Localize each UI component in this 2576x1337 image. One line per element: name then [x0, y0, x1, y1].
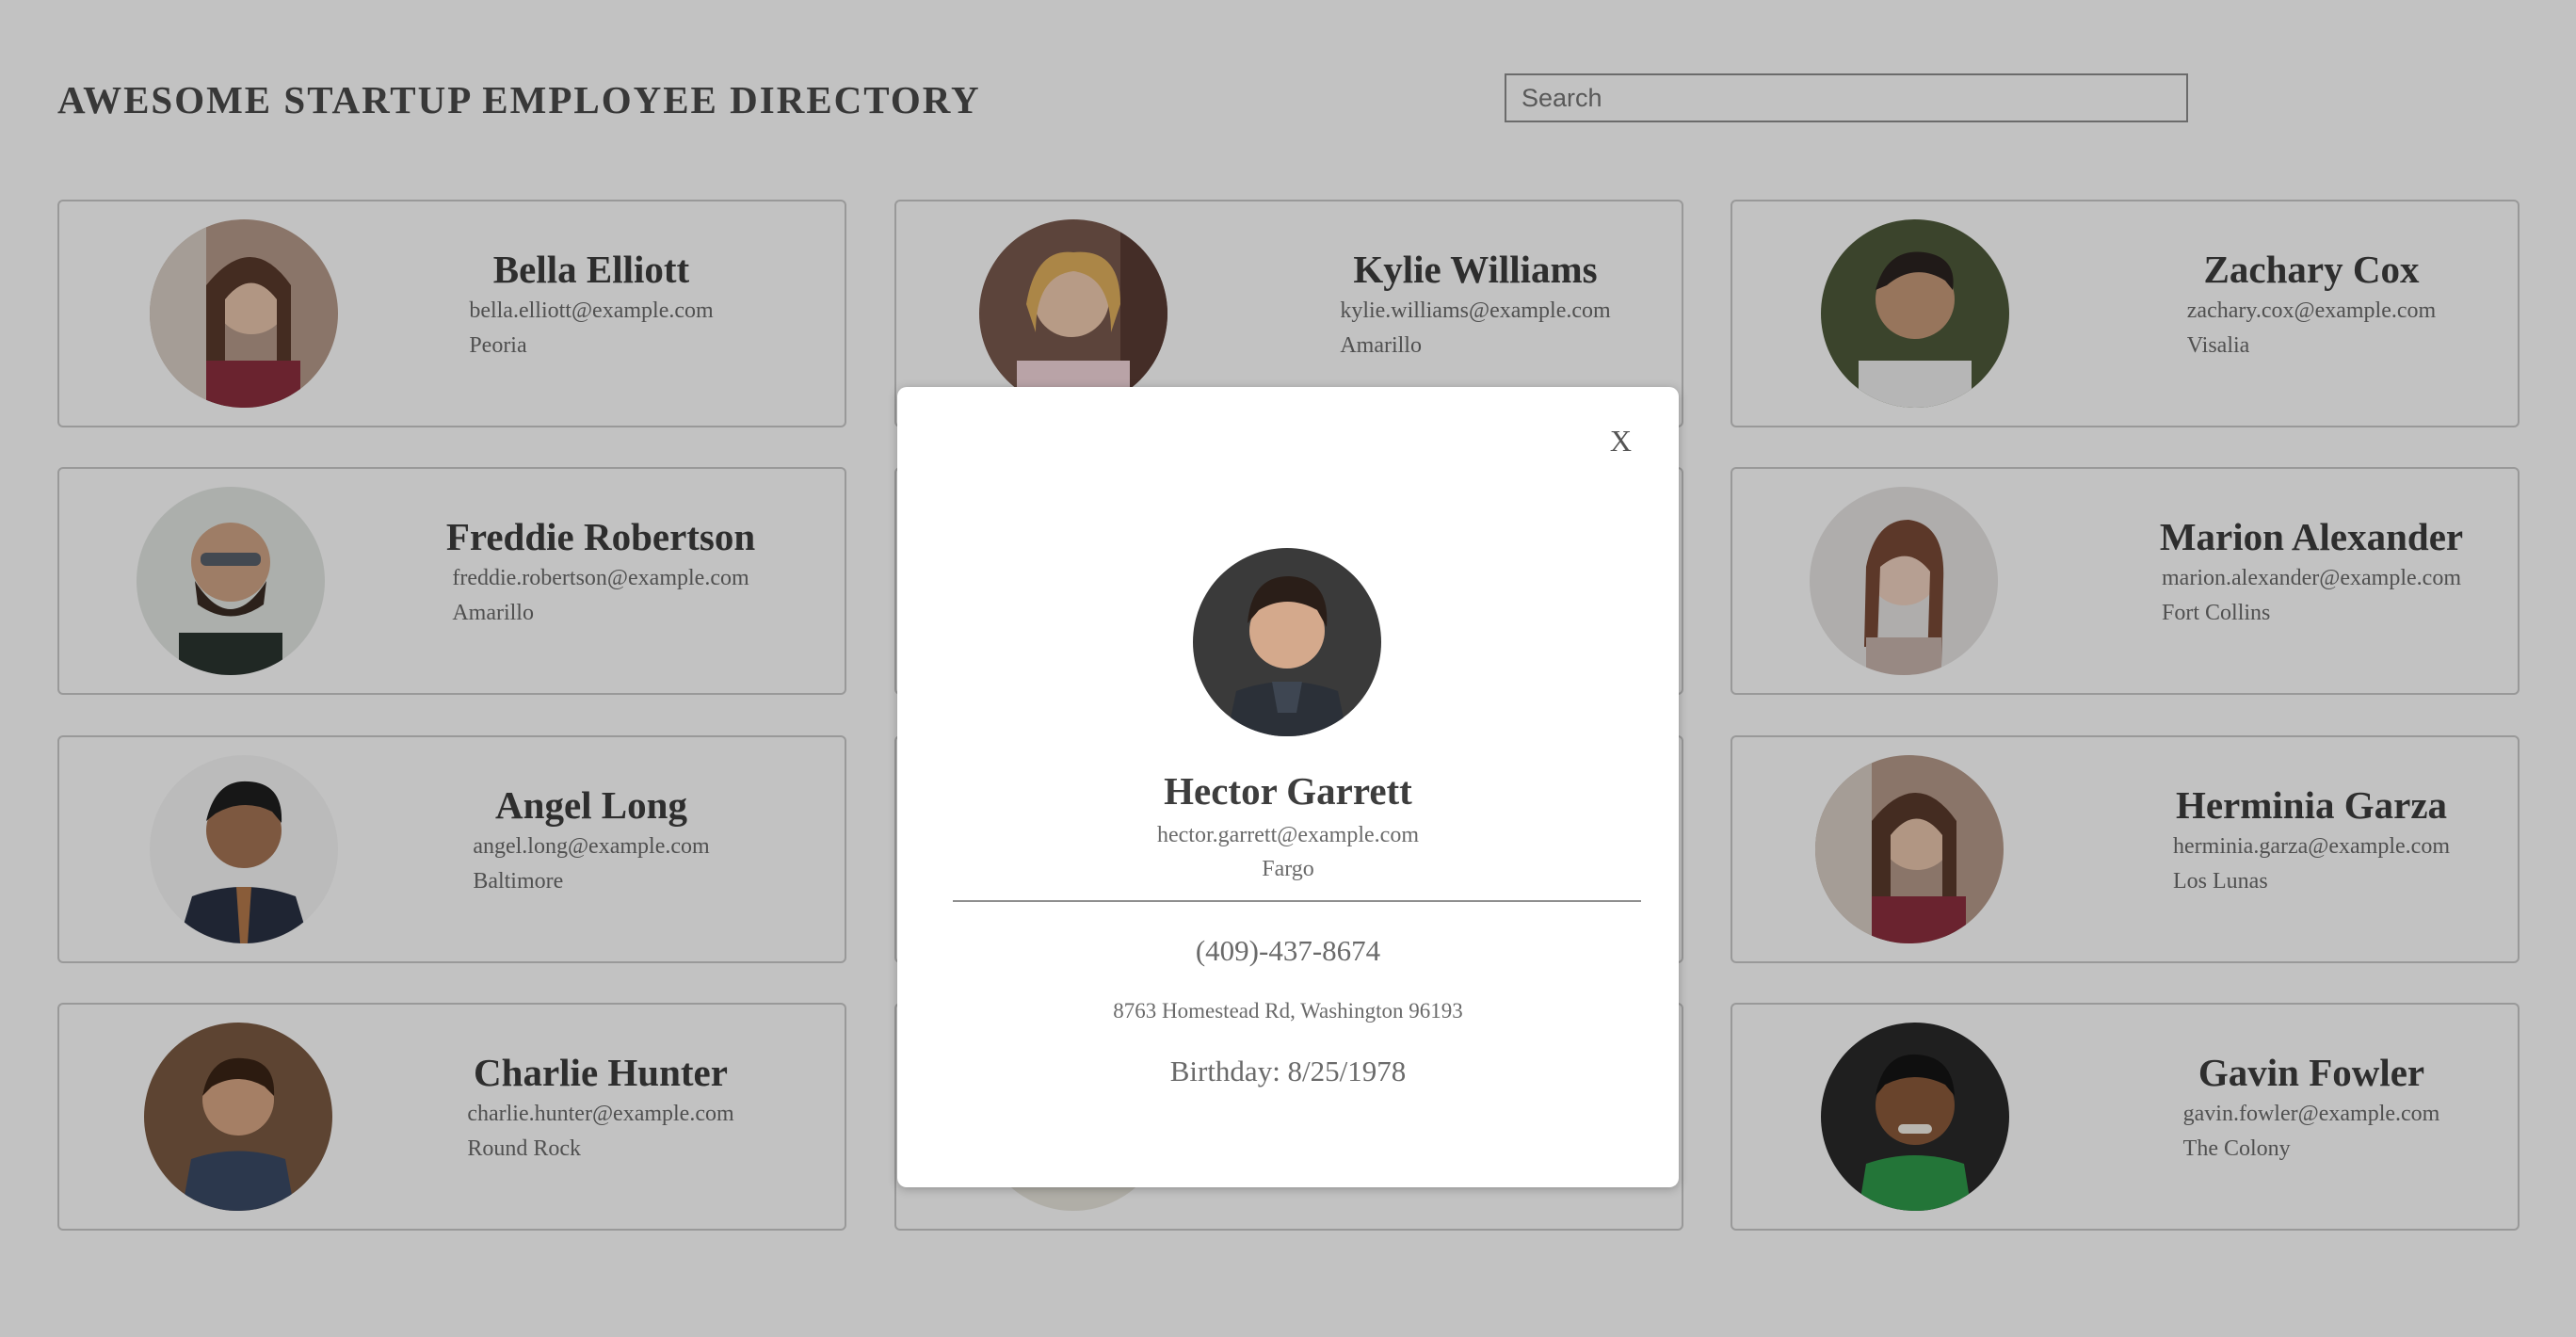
modal-employee-phone: (409)-437-8674: [1195, 934, 1381, 967]
employee-detail-modal: X Hector Garrett hector.garrett@example.…: [897, 387, 1679, 1187]
modal-employee-address: 8763 Homestead Rd, Washington 96193: [1113, 999, 1463, 1023]
modal-divider: [953, 900, 1641, 902]
modal-employee-birthday: Birthday: 8/25/1978: [1169, 1055, 1407, 1087]
close-button[interactable]: X: [1610, 422, 1632, 459]
modal-employee-city: Fargo: [1262, 857, 1314, 881]
modal-employee-email: hector.garrett@example.com: [1157, 823, 1419, 847]
employee-directory-page: AWESOME STARTUP EMPLOYEE DIRECTORY Bella…: [0, 0, 2576, 1337]
modal-employee-name: Hector Garrett: [1164, 769, 1412, 813]
modal-employee-photo: [1193, 548, 1381, 736]
